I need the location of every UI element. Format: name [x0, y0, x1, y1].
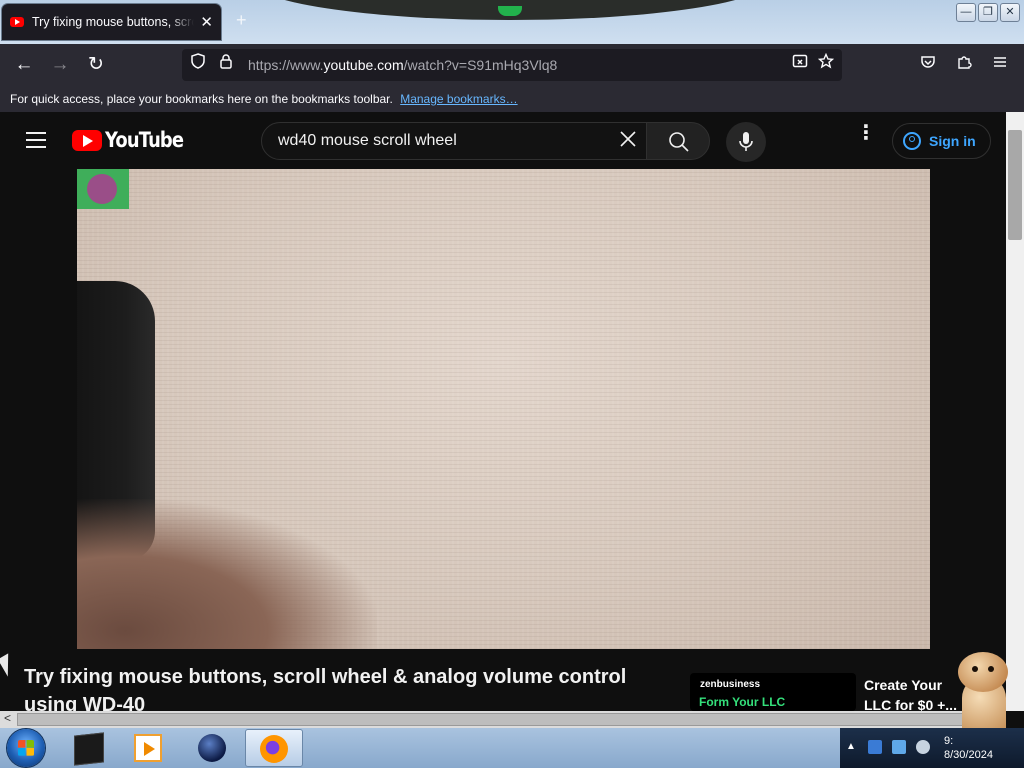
- taskbar-firefox[interactable]: [245, 729, 303, 767]
- hamster-head: [958, 652, 1008, 692]
- hamster-eye-left: [972, 666, 978, 672]
- ad-cta[interactable]: Form Your LLC: [699, 695, 785, 709]
- hamster-eye-right: [988, 666, 994, 672]
- horizontal-scrollbar[interactable]: <: [0, 711, 1006, 728]
- search-button[interactable]: [646, 122, 710, 160]
- navigation-toolbar: ← → ↻ https://www.youtube.com/watch?v=S9…: [0, 44, 1024, 86]
- search-icon: [669, 132, 689, 152]
- taskbar-terminal[interactable]: [60, 729, 118, 767]
- bookmark-star-icon[interactable]: [814, 52, 838, 77]
- close-window-button[interactable]: ✕: [1000, 3, 1020, 22]
- firefox-icon: [260, 735, 288, 763]
- clock-time: 9:: [944, 735, 954, 747]
- ad-brand: zenbusiness: [700, 679, 761, 690]
- browser-tab-youtube[interactable]: Try fixing mouse buttons, scroll wheel ✕: [2, 4, 221, 40]
- sign-in-button[interactable]: Sign in: [892, 123, 991, 159]
- scroll-left-arrow[interactable]: <: [4, 711, 11, 725]
- tray-app-icon[interactable]: [868, 740, 882, 754]
- start-button[interactable]: [7, 729, 45, 767]
- reload-button[interactable]: ↻: [84, 53, 108, 77]
- search-input[interactable]: wd40 mouse scroll wheel: [261, 122, 647, 160]
- taskbar-globe-app[interactable]: [184, 729, 242, 767]
- app-menu-icon[interactable]: [988, 53, 1012, 77]
- ad-headline[interactable]: Create Your LLC for $0 +...: [864, 675, 964, 715]
- gadget-led: [498, 6, 522, 16]
- tab-strip: Try fixing mouse buttons, scroll wheel ✕…: [0, 0, 1024, 44]
- vertical-scrollbar[interactable]: [1006, 112, 1024, 711]
- youtube-logo[interactable]: YouTube: [72, 128, 197, 152]
- youtube-play-logo-icon: [72, 129, 102, 151]
- ad-headline-line-1: Create Your: [864, 677, 943, 693]
- youtube-favicon-icon: [10, 17, 24, 27]
- tracking-shield-icon[interactable]: [186, 53, 210, 77]
- bookmarks-toolbar: For quick access, place your bookmarks h…: [0, 86, 1024, 112]
- search-query[interactable]: wd40 mouse scroll wheel: [278, 132, 457, 150]
- clock-date: 8/30/2024: [944, 749, 993, 761]
- reader-view-icon[interactable]: [788, 53, 812, 77]
- taskbar-media-player[interactable]: [120, 729, 178, 767]
- youtube-masthead: YouTube wd40 mouse scroll wheel ⋮ Sign i…: [0, 112, 1006, 169]
- forward-button[interactable]: →: [48, 53, 72, 77]
- channel-watermark[interactable]: [77, 169, 129, 209]
- new-tab-button[interactable]: +: [236, 10, 247, 31]
- account-icon: [903, 132, 921, 150]
- manage-bookmarks-link[interactable]: Manage bookmarks…: [400, 92, 517, 106]
- address-bar[interactable]: https://www.youtube.com/watch?v=S91mHq3V…: [182, 49, 842, 81]
- pocket-icon[interactable]: [916, 53, 940, 77]
- horizontal-scroll-thumb[interactable]: [17, 713, 997, 726]
- minimize-button[interactable]: —: [956, 3, 976, 22]
- mouse-pointer-icon: [0, 653, 19, 677]
- youtube-wordmark: YouTube: [105, 128, 184, 152]
- more-options-icon[interactable]: ⋮: [856, 123, 876, 143]
- video-player[interactable]: [77, 169, 930, 649]
- clear-search-icon[interactable]: [616, 127, 640, 158]
- system-clock[interactable]: 9: 8/30/2024: [944, 734, 993, 762]
- globe-icon: [198, 734, 226, 762]
- media-player-icon: [134, 734, 162, 762]
- video-frame-finger: [77, 499, 377, 649]
- voice-search-button[interactable]: [726, 122, 766, 162]
- windows-taskbar: ▲ 9: 8/30/2024: [0, 728, 1024, 768]
- network-icon[interactable]: [892, 740, 906, 754]
- extensions-icon[interactable]: [952, 53, 976, 77]
- window-controls: — ❐ ✕: [956, 3, 1020, 22]
- system-tray: ▲ 9: 8/30/2024: [840, 728, 1024, 768]
- lock-icon[interactable]: [214, 53, 238, 77]
- vertical-scroll-thumb[interactable]: [1008, 130, 1022, 240]
- tab-close-icon[interactable]: ✕: [200, 13, 213, 31]
- ad-banner[interactable]: zenbusiness Form Your LLC: [690, 673, 856, 711]
- bookmarks-empty-message: For quick access, place your bookmarks h…: [10, 92, 393, 106]
- sign-in-label: Sign in: [929, 133, 976, 149]
- url-text[interactable]: https://www.youtube.com/watch?v=S91mHq3V…: [248, 57, 557, 73]
- volume-icon[interactable]: [916, 740, 930, 754]
- microphone-icon: [739, 132, 753, 151]
- terminal-icon: [74, 732, 104, 766]
- restore-button[interactable]: ❐: [978, 3, 998, 22]
- tab-title: Try fixing mouse buttons, scroll wheel: [32, 15, 194, 29]
- video-info: Try fixing mouse buttons, scroll wheel &…: [0, 649, 1006, 716]
- guide-menu-icon[interactable]: [26, 132, 46, 148]
- back-button[interactable]: ←: [12, 53, 36, 77]
- desktop-gadget-decoration: [250, 0, 770, 20]
- show-hidden-icons-icon[interactable]: ▲: [846, 741, 856, 752]
